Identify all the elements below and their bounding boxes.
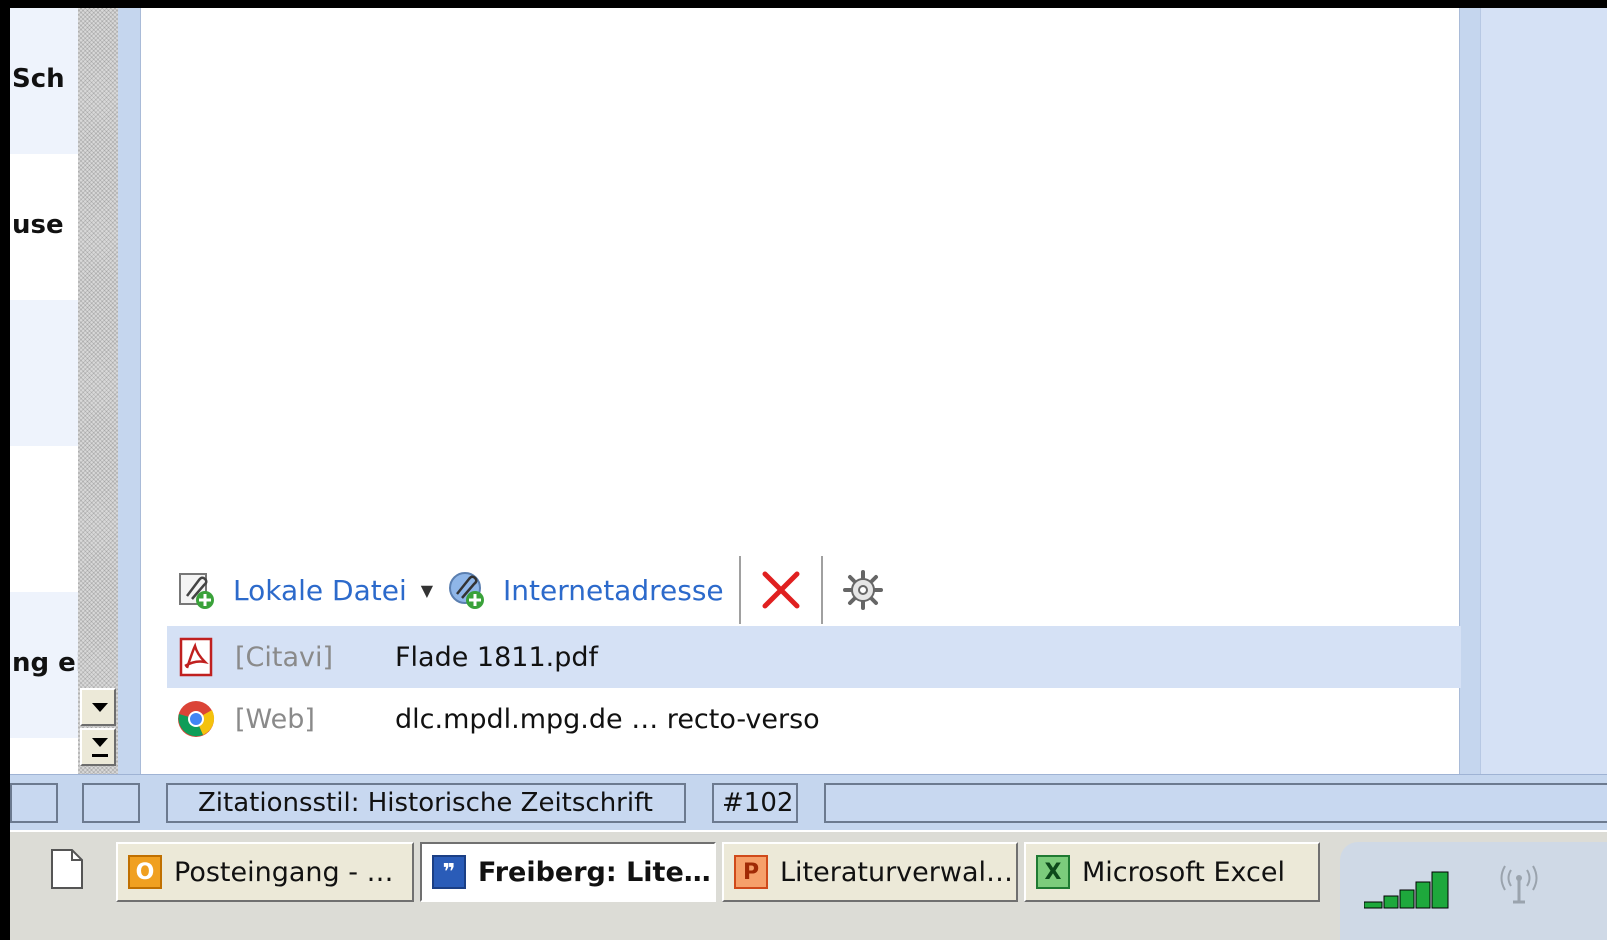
citavi-window: Sch use ng ei Lokale Datei ▼ Internetadr… bbox=[10, 8, 1607, 940]
attachments-panel: Lokale Datei ▼ Internetadresse [Citavi] … bbox=[140, 8, 1461, 774]
attachment-source: [Citavi] bbox=[235, 641, 334, 673]
chrome-icon bbox=[178, 701, 215, 737]
attachment-row[interactable]: [Citavi] Flade 1811.pdf bbox=[167, 626, 1461, 688]
taskbar-button-excel[interactable]: X Microsoft Excel bbox=[1024, 842, 1320, 902]
taskbar-button-label: Freiberg: Lite… bbox=[478, 856, 711, 888]
toolbar-divider bbox=[821, 556, 824, 624]
attachment-list: [Citavi] Flade 1811.pdf [Web] dlc.mpdl.m… bbox=[167, 626, 1461, 750]
list-item-title: use bbox=[12, 210, 64, 240]
paperclip-add-icon bbox=[179, 573, 214, 609]
status-cell bbox=[824, 783, 1607, 823]
record-number-status: #102 bbox=[712, 783, 798, 823]
signal-strength-icon[interactable] bbox=[1364, 870, 1458, 910]
scroll-to-end-button[interactable] bbox=[80, 728, 116, 766]
system-tray bbox=[1340, 842, 1607, 940]
gear-icon bbox=[843, 570, 883, 610]
powerpoint-icon: P bbox=[734, 855, 768, 889]
taskbar-button-powerpoint[interactable]: P Literaturverwal… bbox=[722, 842, 1018, 902]
excel-icon: X bbox=[1036, 855, 1070, 889]
attachments-toolbar: Lokale Datei ▼ Internetadresse bbox=[177, 556, 937, 626]
toolbar-divider bbox=[739, 556, 742, 624]
arrow-down-end-icon bbox=[92, 738, 108, 747]
outlook-icon: O bbox=[128, 855, 162, 889]
taskbar-button-outlook[interactable]: O Posteingang - … bbox=[116, 842, 414, 902]
scroll-end-bar bbox=[92, 754, 108, 757]
scroll-down-button[interactable] bbox=[80, 688, 116, 726]
status-cell bbox=[10, 783, 58, 823]
chevron-down-icon[interactable]: ▼ bbox=[421, 581, 433, 600]
attachment-row[interactable]: [Web] dlc.mpdl.mpg.de … recto-verso bbox=[167, 688, 1461, 750]
list-item[interactable]: Sch bbox=[10, 8, 78, 154]
list-item[interactable] bbox=[10, 446, 78, 592]
taskbar-button-label: Posteingang - … bbox=[174, 856, 394, 888]
taskbar-button-citavi[interactable]: ❞ Freiberg: Lite… bbox=[420, 842, 716, 902]
document-icon[interactable] bbox=[50, 848, 84, 890]
taskbar-button-label: Literaturverwal… bbox=[780, 856, 1014, 888]
attachment-source: [Web] bbox=[235, 703, 315, 735]
list-item[interactable] bbox=[10, 300, 78, 446]
list-item-title: ng ei bbox=[12, 648, 78, 678]
add-local-file-label: Lokale Datei bbox=[233, 573, 407, 607]
attachment-name: Flade 1811.pdf bbox=[395, 641, 598, 673]
list-item-title: Sch bbox=[12, 64, 65, 94]
wireless-antenna-icon[interactable] bbox=[1496, 864, 1542, 904]
list-item[interactable]: ng ei bbox=[10, 592, 78, 738]
status-bar: Zitationsstil: Historische Zeitschrift #… bbox=[10, 774, 1607, 831]
globe-add-icon bbox=[449, 572, 484, 609]
list-item[interactable]: use bbox=[10, 154, 78, 300]
status-cell bbox=[82, 783, 140, 823]
taskbar-button-label: Microsoft Excel bbox=[1082, 856, 1285, 888]
red-x-icon bbox=[762, 571, 800, 609]
taskbar: O Posteingang - … ❞ Freiberg: Lite… P Li… bbox=[10, 830, 1607, 940]
right-pane bbox=[1480, 8, 1607, 774]
delete-attachment-button[interactable] bbox=[759, 568, 803, 612]
citavi-icon: ❞ bbox=[432, 855, 466, 889]
vertical-scrollbar[interactable] bbox=[78, 8, 118, 774]
pdf-icon bbox=[179, 637, 213, 677]
add-web-address-label: Internetadresse bbox=[503, 573, 724, 607]
citation-style-status[interactable]: Zitationsstil: Historische Zeitschrift bbox=[166, 783, 686, 823]
attachment-settings-button[interactable] bbox=[841, 568, 885, 612]
attachment-name: dlc.mpdl.mpg.de … recto-verso bbox=[395, 703, 820, 735]
add-web-address-button[interactable]: Internetadresse bbox=[447, 568, 724, 612]
reference-list: Sch use ng ei bbox=[10, 8, 78, 774]
add-local-file-button[interactable]: Lokale Datei ▼ bbox=[177, 568, 433, 612]
arrow-down-icon bbox=[92, 703, 108, 712]
